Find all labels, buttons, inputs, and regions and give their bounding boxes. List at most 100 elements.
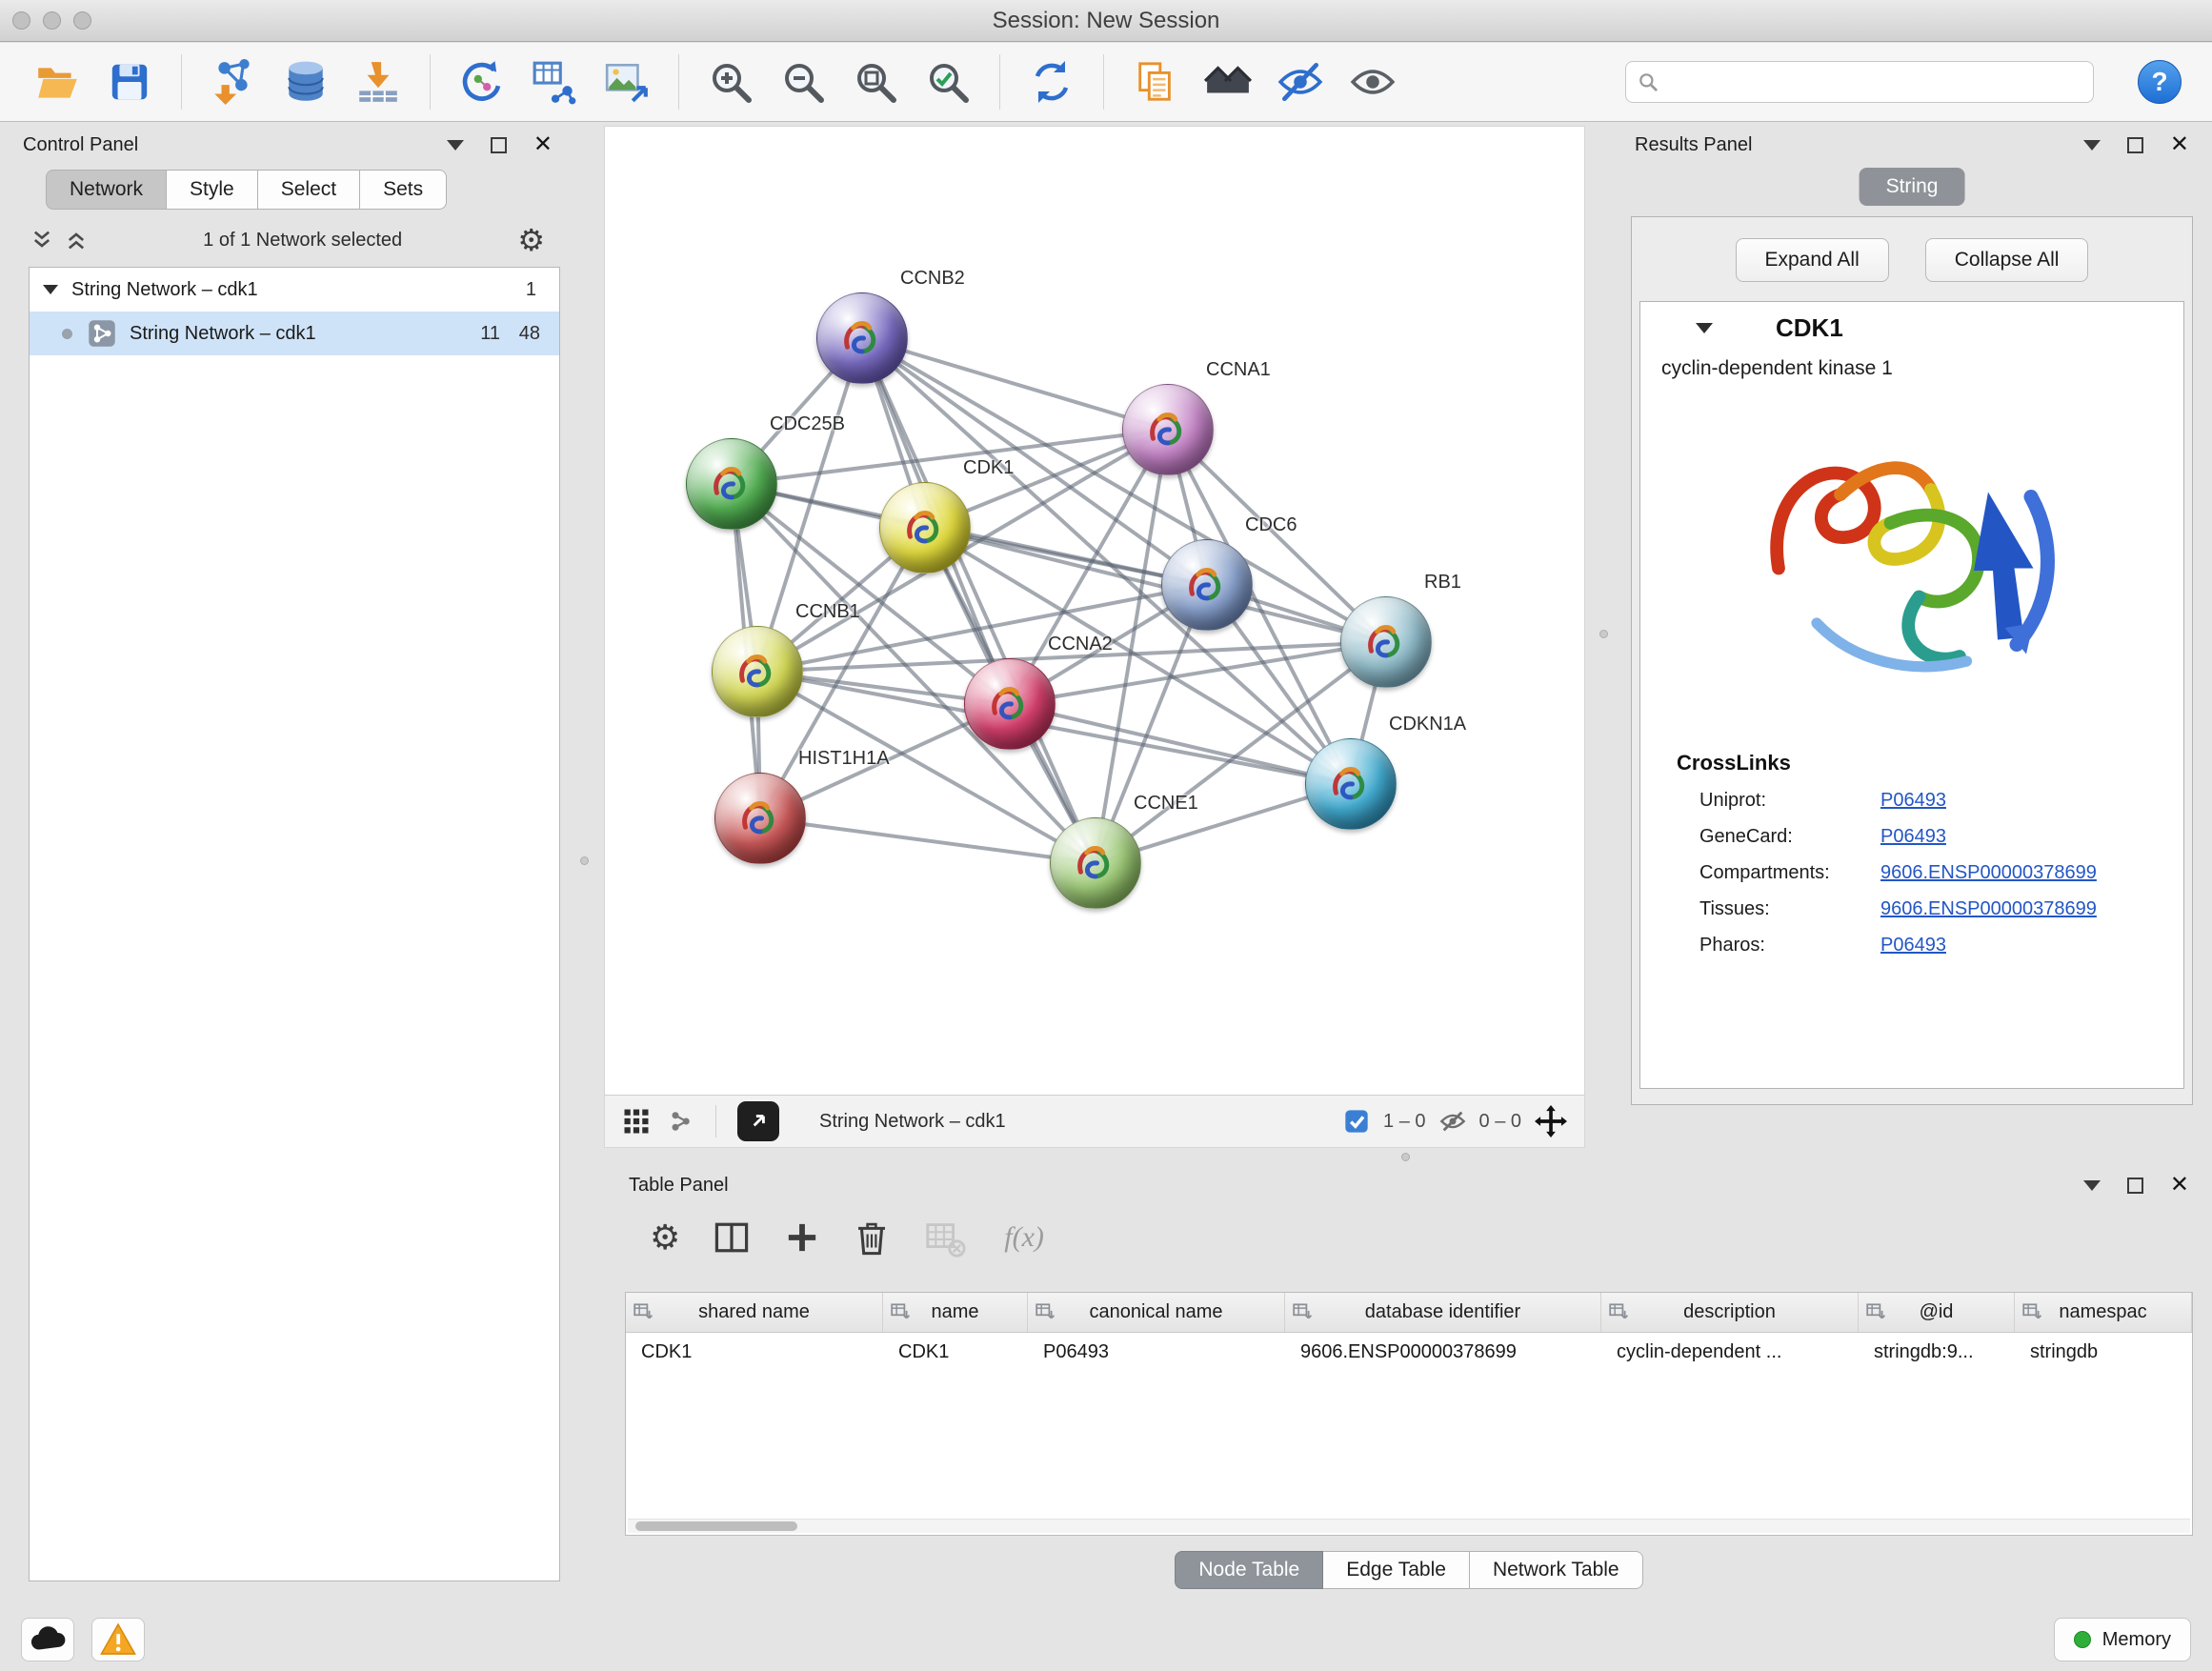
collapse-all-button[interactable]: Collapse All [1925,238,2089,282]
network-row[interactable]: String Network – cdk1 11 48 [30,312,559,355]
crosslink-value-link[interactable]: P06493 [1880,790,1946,812]
expand-all-icon[interactable] [65,229,88,252]
table-cell[interactable]: cyclin-dependent ... [1601,1333,1859,1373]
function-builder-icon[interactable]: f(x) [1004,1221,1044,1254]
show-columns-icon[interactable] [711,1217,753,1258]
column-sort-icon[interactable] [1292,1301,1313,1322]
tab-select[interactable]: Select [258,170,360,210]
table-cell[interactable]: stringdb [2015,1333,2192,1373]
network-node-ccnb1[interactable] [712,626,803,717]
network-node-ccna1[interactable] [1122,384,1214,475]
network-options-gear-icon[interactable]: ⚙ [517,225,545,255]
window-zoom-button[interactable] [73,11,91,30]
zoom-in-button[interactable] [704,55,757,109]
network-from-table-button[interactable] [528,55,581,109]
clipboard-button[interactable] [1129,55,1182,109]
caret-down-icon[interactable] [43,285,58,294]
search-input[interactable] [1666,71,2081,93]
section-header[interactable]: CDK1 [1640,302,2183,353]
grid-view-icon[interactable] [622,1107,651,1136]
panel-close-icon[interactable]: ✕ [2170,1174,2189,1197]
column-header-namespac[interactable]: namespac [2015,1293,2192,1332]
collapse-all-icon[interactable] [30,229,53,252]
network-node-cdk1[interactable] [879,482,971,574]
warnings-button[interactable] [91,1618,145,1661]
tab-style[interactable]: Style [167,170,258,210]
tab-sets[interactable]: Sets [360,170,447,210]
column-header-shared-name[interactable]: shared name [626,1293,883,1332]
network-overview-icon[interactable] [666,1107,694,1136]
scrollbar-thumb[interactable] [635,1521,797,1531]
open-session-button[interactable] [30,55,84,109]
import-network-database-button[interactable] [279,55,332,109]
tab-node-table[interactable]: Node Table [1175,1551,1323,1589]
crosslink-value-link[interactable]: P06493 [1880,935,1946,956]
crosslink-value-link[interactable]: 9606.ENSP00000378699 [1880,898,2097,920]
column-sort-icon[interactable] [1035,1301,1056,1322]
network-node-cdc6[interactable] [1161,539,1253,631]
column-header-@id[interactable]: @id [1859,1293,2015,1332]
network-node-cdc25b[interactable] [686,438,777,530]
import-network-file-button[interactable] [207,55,260,109]
panel-close-icon[interactable]: ✕ [533,133,553,156]
tab-edge-table[interactable]: Edge Table [1323,1551,1470,1589]
column-sort-icon[interactable] [2021,1301,2042,1322]
hide-selected-button[interactable] [1274,55,1327,109]
show-hidden-button[interactable] [1346,55,1399,109]
hidden-eye-icon[interactable] [1439,1108,1466,1135]
column-header-canonical-name[interactable]: canonical name [1028,1293,1285,1332]
tab-network[interactable]: Network [46,170,167,210]
column-sort-icon[interactable] [890,1301,911,1322]
selected-checkbox-icon[interactable] [1343,1108,1370,1135]
show-all-views-button[interactable] [1201,55,1255,109]
table-cell[interactable]: CDK1 [626,1333,883,1373]
left-splitter-handle[interactable] [580,856,589,865]
help-button[interactable]: ? [2138,60,2182,104]
network-node-hist1h1a[interactable] [714,773,806,864]
table-cell[interactable]: CDK1 [883,1333,1028,1373]
save-session-button[interactable] [103,55,156,109]
import-table-button[interactable] [352,55,405,109]
network-node-ccna2[interactable] [964,658,1056,750]
column-header-description[interactable]: description [1601,1293,1859,1332]
crosslink-value-link[interactable]: 9606.ENSP00000378699 [1880,862,2097,884]
bottom-splitter-handle[interactable] [1401,1153,1410,1161]
column-sort-icon[interactable] [1865,1301,1886,1322]
panel-menu-icon[interactable] [2083,140,2101,151]
network-canvas[interactable]: CCNB2CCNA1CDC25BCDK1CDC6RB1CCNB1CCNA2CDK… [605,127,1584,1095]
table-horizontal-scrollbar[interactable] [628,1519,2190,1533]
network-node-rb1[interactable] [1340,596,1432,688]
panel-menu-icon[interactable] [2083,1180,2101,1191]
table-cell[interactable]: P06493 [1028,1333,1285,1373]
table-cell[interactable]: 9606.ENSP00000378699 [1285,1333,1601,1373]
column-header-database-identifier[interactable]: database identifier [1285,1293,1601,1332]
network-collection-row[interactable]: String Network – cdk1 1 [30,268,559,312]
column-header-name[interactable]: name [883,1293,1028,1332]
refresh-button[interactable] [1025,55,1078,109]
network-node-ccnb2[interactable] [816,292,908,384]
export-image-button[interactable] [600,55,654,109]
table-settings-gear-icon[interactable]: ⚙ [650,1220,680,1255]
toolbar-search[interactable] [1625,61,2094,103]
new-network-button[interactable] [455,55,509,109]
cloud-status-button[interactable] [21,1618,74,1661]
panel-close-icon[interactable]: ✕ [2170,133,2189,156]
crosslink-value-link[interactable]: P06493 [1880,826,1946,848]
add-column-icon[interactable] [783,1218,821,1257]
delete-icon[interactable] [852,1218,892,1258]
network-node-cdkn1a[interactable] [1305,738,1397,830]
right-splitter-handle[interactable] [1599,630,1608,638]
column-sort-icon[interactable] [1608,1301,1629,1322]
detach-view-button[interactable] [737,1101,779,1141]
zoom-fit-button[interactable] [849,55,902,109]
memory-button[interactable]: Memory [2054,1618,2191,1661]
tab-network-table[interactable]: Network Table [1470,1551,1643,1589]
zoom-selected-button[interactable] [921,55,975,109]
panel-float-icon[interactable] [2127,137,2143,153]
panel-float-icon[interactable] [2127,1178,2143,1194]
table-cell[interactable]: stringdb:9... [1859,1333,2015,1373]
expand-all-button[interactable]: Expand All [1736,238,1889,282]
window-minimize-button[interactable] [43,11,61,30]
pan-crosshair-icon[interactable] [1535,1105,1567,1137]
network-node-ccne1[interactable] [1050,817,1141,909]
